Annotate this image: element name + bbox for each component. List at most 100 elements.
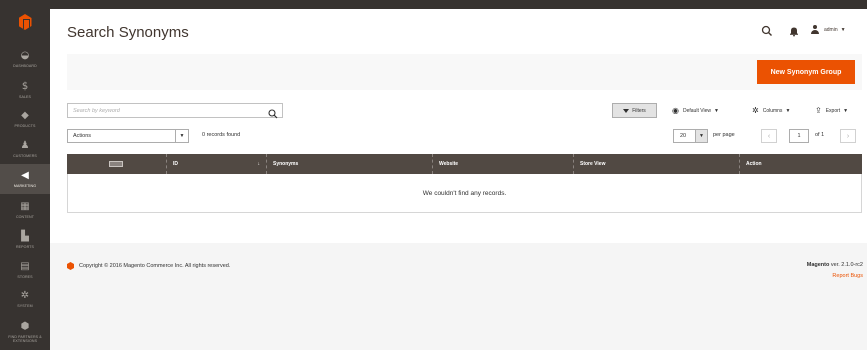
grid-empty-message: We couldn't find any records. bbox=[67, 174, 862, 213]
chevron-down-icon: ▼ bbox=[713, 107, 719, 114]
content-icon: ▦ bbox=[20, 200, 30, 212]
version-number: ver. 2.1.0-rc2 bbox=[830, 262, 863, 268]
export-icon: ⇪ bbox=[815, 106, 822, 115]
sidebar-item-label: Marketing bbox=[13, 183, 37, 188]
copyright-text: Copyright © 2016 Magento Commerce Inc. A… bbox=[79, 263, 231, 269]
sidebar-item-stores[interactable]: ▤ Stores bbox=[0, 255, 50, 285]
top-strip bbox=[50, 0, 867, 9]
sidebar-item-label: Find Partners & Extensions bbox=[8, 334, 42, 343]
previous-page-button[interactable]: ‹ bbox=[761, 129, 777, 143]
sidebar-item-products[interactable]: ◆ Products bbox=[0, 104, 50, 134]
admin-sidebar: ◒ Dashboard $ Sales ◆ Products ♟ Custome… bbox=[0, 0, 50, 350]
chevron-down-icon: ▼ bbox=[695, 130, 707, 142]
new-synonym-group-button[interactable]: New Synonym Group bbox=[757, 60, 855, 84]
dollar-icon: $ bbox=[21, 80, 29, 92]
grid-header-row: ID ↓ Synonyms Website Store View Action bbox=[67, 154, 862, 174]
grid-header-mass-select[interactable] bbox=[67, 154, 167, 174]
sidebar-item-label: Reports bbox=[15, 244, 34, 249]
sidebar-item-reports[interactable]: ▙ Reports bbox=[0, 225, 50, 255]
user-name: admin bbox=[824, 27, 838, 33]
default-view-dropdown[interactable]: ◉ Default View ▼ bbox=[672, 105, 719, 116]
chevron-down-icon: ▼ bbox=[175, 130, 188, 142]
version-info: Magento ver. 2.1.0-rc2 bbox=[807, 262, 863, 268]
sidebar-item-label: Stores bbox=[17, 274, 33, 279]
magento-logo-icon bbox=[67, 262, 74, 270]
magento-logo-icon bbox=[18, 14, 32, 30]
grid-header-synonyms[interactable]: Synonyms bbox=[267, 154, 433, 174]
copyright: Copyright © 2016 Magento Commerce Inc. A… bbox=[67, 262, 230, 270]
export-dropdown[interactable]: ⇪ Export ▼ bbox=[815, 105, 848, 116]
cube-icon: ◆ bbox=[21, 109, 29, 121]
global-search-icon[interactable] bbox=[761, 24, 773, 36]
sidebar-item-customers[interactable]: ♟ Customers bbox=[0, 134, 50, 164]
filters-button[interactable]: Filters bbox=[612, 103, 657, 118]
notifications-bell-icon[interactable] bbox=[788, 24, 800, 37]
page-title: Search Synonyms bbox=[67, 24, 189, 41]
keyword-search-input[interactable] bbox=[73, 107, 253, 115]
search-icon[interactable] bbox=[268, 106, 278, 119]
gear-icon: ✲ bbox=[752, 106, 759, 115]
page-header: Search Synonyms admin ▼ bbox=[50, 9, 867, 54]
report-bugs-link[interactable]: Report Bugs bbox=[832, 273, 863, 279]
next-page-button[interactable]: › bbox=[840, 129, 856, 143]
brand-name: Magento bbox=[806, 262, 830, 268]
user-icon bbox=[810, 25, 820, 35]
gear-icon: ✲ bbox=[20, 289, 30, 301]
filters-label: Filters bbox=[632, 107, 646, 114]
sidebar-item-label: System bbox=[17, 303, 33, 308]
eye-icon: ◉ bbox=[672, 106, 679, 115]
records-found-count: 0 records found bbox=[202, 132, 241, 138]
person-icon: ♟ bbox=[20, 139, 30, 151]
sidebar-item-label: Customers bbox=[13, 153, 37, 158]
column-label: Website bbox=[439, 161, 459, 167]
sort-down-arrow-icon: ↓ bbox=[257, 161, 261, 167]
megaphone-icon: ◀ bbox=[21, 169, 29, 181]
columns-dropdown[interactable]: ✲ Columns ▼ bbox=[752, 105, 790, 116]
filter-funnel-icon bbox=[623, 108, 630, 113]
grid-header-action: Action bbox=[740, 154, 862, 174]
mass-actions-label: Actions bbox=[73, 133, 92, 139]
magento-logo[interactable] bbox=[0, 4, 50, 40]
sidebar-item-label: Sales bbox=[18, 94, 32, 99]
grid-header-store-view[interactable]: Store View bbox=[574, 154, 740, 174]
sidebar-item-system[interactable]: ✲ System bbox=[0, 284, 50, 314]
per-page-value: 20 bbox=[680, 133, 687, 139]
sidebar-item-dashboard[interactable]: ◒ Dashboard bbox=[0, 44, 50, 74]
chevron-down-icon: ▼ bbox=[785, 107, 791, 114]
export-label: Export bbox=[825, 107, 841, 114]
sidebar-item-find-partners[interactable]: ⬢ Find Partners & Extensions bbox=[0, 316, 50, 348]
sidebar-item-label: Content bbox=[15, 214, 35, 219]
page-footer: Copyright © 2016 Magento Commerce Inc. A… bbox=[50, 243, 867, 350]
keyword-search-box bbox=[67, 103, 283, 119]
column-label: Action bbox=[746, 161, 762, 167]
grid-header-website[interactable]: Website bbox=[433, 154, 574, 174]
chevron-down-icon: ▼ bbox=[843, 107, 849, 114]
sidebar-item-label: Products bbox=[14, 123, 36, 128]
sidebar-item-sales[interactable]: $ Sales bbox=[0, 75, 50, 105]
column-label: ID bbox=[173, 161, 178, 167]
chevron-down-icon: ▼ bbox=[840, 27, 846, 33]
admin-user-menu[interactable]: admin ▼ bbox=[810, 24, 846, 36]
mass-select-checkbox[interactable] bbox=[109, 161, 123, 167]
synonyms-grid: ID ↓ Synonyms Website Store View Action … bbox=[67, 154, 862, 213]
chevron-right-icon: › bbox=[846, 132, 850, 140]
page-actions-bar: New Synonym Group bbox=[67, 54, 862, 90]
per-page-select[interactable]: 20 ▼ bbox=[673, 129, 708, 143]
store-icon: ▤ bbox=[20, 260, 30, 272]
mass-actions-select[interactable]: Actions ▼ bbox=[67, 129, 189, 143]
sidebar-item-marketing[interactable]: ◀ Marketing bbox=[0, 164, 50, 194]
column-label: Store View bbox=[580, 161, 606, 167]
column-label: Synonyms bbox=[273, 161, 299, 167]
columns-label: Columns bbox=[762, 107, 783, 114]
extensions-icon: ⬢ bbox=[20, 320, 30, 332]
bar-chart-icon: ▙ bbox=[21, 230, 29, 242]
current-page-input[interactable]: 1 bbox=[789, 129, 809, 143]
per-page-label: per page bbox=[713, 132, 735, 138]
grid-header-id[interactable]: ID ↓ bbox=[167, 154, 267, 174]
default-view-label: Default View bbox=[682, 107, 711, 114]
chevron-left-icon: ‹ bbox=[767, 132, 771, 140]
page-total: of 1 bbox=[815, 132, 825, 138]
dashboard-icon: ◒ bbox=[20, 49, 30, 61]
sidebar-item-content[interactable]: ▦ Content bbox=[0, 195, 50, 225]
sidebar-item-label: Dashboard bbox=[13, 63, 37, 68]
